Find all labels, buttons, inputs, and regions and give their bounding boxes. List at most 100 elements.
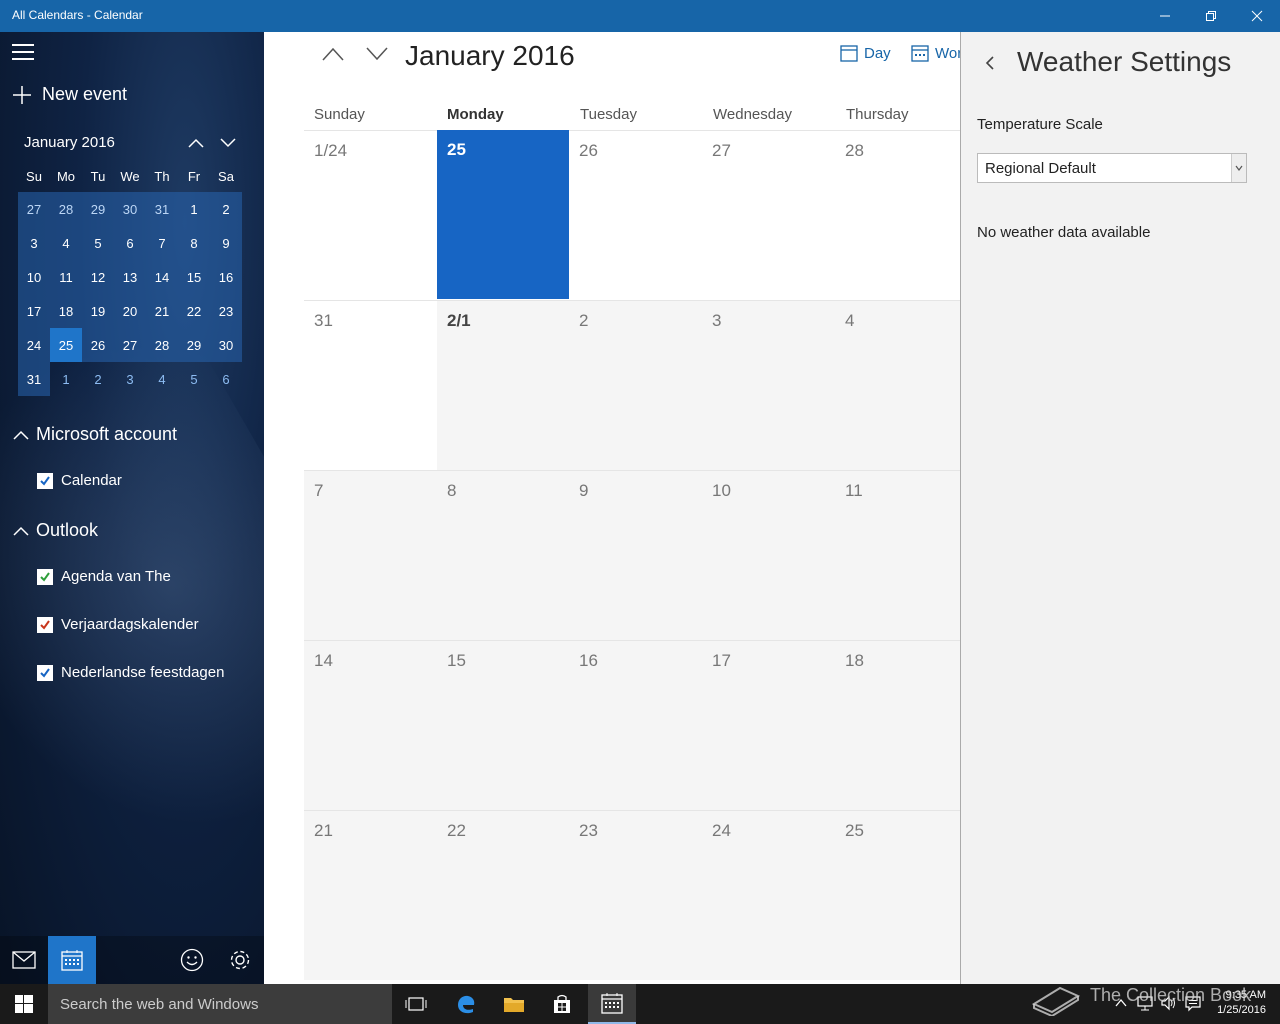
mini-day[interactable]: 15 xyxy=(178,260,210,294)
calendar-app-button[interactable] xyxy=(48,936,96,984)
mini-day[interactable]: 23 xyxy=(210,294,242,328)
mini-day[interactable]: 29 xyxy=(82,192,114,226)
next-month-icon[interactable] xyxy=(365,46,389,62)
mini-day[interactable]: 12 xyxy=(82,260,114,294)
mini-day[interactable]: 22 xyxy=(178,294,210,328)
group-microsoft-account[interactable]: Microsoft account xyxy=(12,424,177,445)
mini-next-month-icon[interactable] xyxy=(219,136,237,150)
taskbar-search-box[interactable]: Search the web and Windows xyxy=(48,984,392,1024)
day-cell[interactable]: 7 xyxy=(304,470,437,640)
checkbox-checked-icon[interactable] xyxy=(37,664,53,681)
mini-day[interactable]: 26 xyxy=(82,328,114,362)
mini-day[interactable]: 28 xyxy=(50,192,82,226)
mini-day[interactable]: 31 xyxy=(18,362,50,396)
day-cell[interactable]: 23 xyxy=(569,810,702,980)
day-cell[interactable]: 24 xyxy=(702,810,835,980)
mini-day[interactable]: 2 xyxy=(82,362,114,396)
minimize-button[interactable] xyxy=(1142,0,1188,32)
mini-day[interactable]: 21 xyxy=(146,294,178,328)
mini-day[interactable]: 3 xyxy=(114,362,146,396)
mini-day[interactable]: 19 xyxy=(82,294,114,328)
mini-day[interactable]: 5 xyxy=(178,362,210,396)
month-title[interactable]: January 2016 xyxy=(405,40,575,72)
day-cell[interactable]: 11 xyxy=(835,470,960,640)
day-cell[interactable]: 8 xyxy=(437,470,569,640)
mini-day[interactable]: 16 xyxy=(210,260,242,294)
calendar-item-verjaardagskalender[interactable]: Verjaardagskalender xyxy=(37,616,199,633)
mini-day[interactable]: 6 xyxy=(210,362,242,396)
work-week-view-button[interactable]: Wor xyxy=(911,44,960,62)
day-cell[interactable]: 3 xyxy=(702,300,835,470)
feedback-button[interactable] xyxy=(168,936,216,984)
group-outlook[interactable]: Outlook xyxy=(12,520,98,541)
mail-button[interactable] xyxy=(0,936,48,984)
day-cell[interactable]: 27 xyxy=(702,130,835,300)
mini-day[interactable]: 18 xyxy=(50,294,82,328)
hamburger-menu-icon[interactable] xyxy=(12,44,34,60)
day-cell[interactable]: 31 xyxy=(304,300,437,470)
day-cell[interactable]: 16 xyxy=(569,640,702,810)
mini-day-today[interactable]: 25 xyxy=(50,328,82,362)
checkbox-checked-icon[interactable] xyxy=(37,616,53,633)
day-cell[interactable]: 26 xyxy=(569,130,702,300)
day-cell[interactable]: 14 xyxy=(304,640,437,810)
mini-day[interactable]: 24 xyxy=(18,328,50,362)
day-cell[interactable]: 2 xyxy=(569,300,702,470)
temperature-scale-select[interactable]: Regional Default xyxy=(977,153,1247,183)
settings-button[interactable] xyxy=(216,936,264,984)
edge-button[interactable] xyxy=(442,984,490,1024)
mini-day[interactable]: 1 xyxy=(178,192,210,226)
day-cell[interactable]: 21 xyxy=(304,810,437,980)
mini-day[interactable]: 30 xyxy=(114,192,146,226)
mini-day[interactable]: 27 xyxy=(114,328,146,362)
day-cell[interactable]: 25 xyxy=(835,810,960,980)
day-cell[interactable]: 28 xyxy=(835,130,960,300)
mini-day[interactable]: 7 xyxy=(146,226,178,260)
day-cell-today[interactable]: 25 xyxy=(437,130,569,299)
restore-button[interactable] xyxy=(1188,0,1234,32)
mini-day[interactable]: 28 xyxy=(146,328,178,362)
day-view-button[interactable]: Day xyxy=(840,44,891,62)
day-cell[interactable]: 1/24 xyxy=(304,130,437,300)
day-cell[interactable]: 18 xyxy=(835,640,960,810)
checkbox-checked-icon[interactable] xyxy=(37,472,53,489)
mini-day[interactable]: 17 xyxy=(18,294,50,328)
mini-day[interactable]: 31 xyxy=(146,192,178,226)
mini-day[interactable]: 8 xyxy=(178,226,210,260)
calendar-taskbar-button[interactable] xyxy=(588,984,636,1024)
day-cell[interactable]: 2/1 xyxy=(437,300,569,470)
start-button[interactable] xyxy=(0,984,48,1024)
mini-day[interactable]: 1 xyxy=(50,362,82,396)
mini-day[interactable]: 5 xyxy=(82,226,114,260)
mini-day[interactable]: 13 xyxy=(114,260,146,294)
task-view-button[interactable] xyxy=(392,984,440,1024)
checkbox-checked-icon[interactable] xyxy=(37,568,53,585)
mini-day[interactable]: 4 xyxy=(50,226,82,260)
file-explorer-button[interactable] xyxy=(490,984,538,1024)
mini-day[interactable]: 27 xyxy=(18,192,50,226)
mini-day[interactable]: 10 xyxy=(18,260,50,294)
mini-day[interactable]: 3 xyxy=(18,226,50,260)
mini-day[interactable]: 2 xyxy=(210,192,242,226)
day-cell[interactable]: 10 xyxy=(702,470,835,640)
mini-prev-month-icon[interactable] xyxy=(187,136,205,150)
day-cell[interactable]: 15 xyxy=(437,640,569,810)
calendar-item-calendar[interactable]: Calendar xyxy=(37,472,122,489)
day-cell[interactable]: 9 xyxy=(569,470,702,640)
mini-day[interactable]: 20 xyxy=(114,294,146,328)
day-cell[interactable]: 4 xyxy=(835,300,960,470)
store-button[interactable] xyxy=(538,984,586,1024)
mini-day[interactable]: 14 xyxy=(146,260,178,294)
day-cell[interactable]: 17 xyxy=(702,640,835,810)
close-button[interactable] xyxy=(1234,0,1280,32)
day-cell[interactable]: 22 xyxy=(437,810,569,980)
calendar-item-feestdagen[interactable]: Nederlandse feestdagen xyxy=(37,664,224,681)
back-arrow-icon[interactable] xyxy=(983,54,997,72)
mini-day[interactable]: 29 xyxy=(178,328,210,362)
calendar-item-agenda[interactable]: Agenda van The xyxy=(37,568,171,585)
mini-day[interactable]: 9 xyxy=(210,226,242,260)
previous-month-icon[interactable] xyxy=(321,46,345,62)
mini-day[interactable]: 11 xyxy=(50,260,82,294)
mini-day[interactable]: 6 xyxy=(114,226,146,260)
mini-day[interactable]: 30 xyxy=(210,328,242,362)
